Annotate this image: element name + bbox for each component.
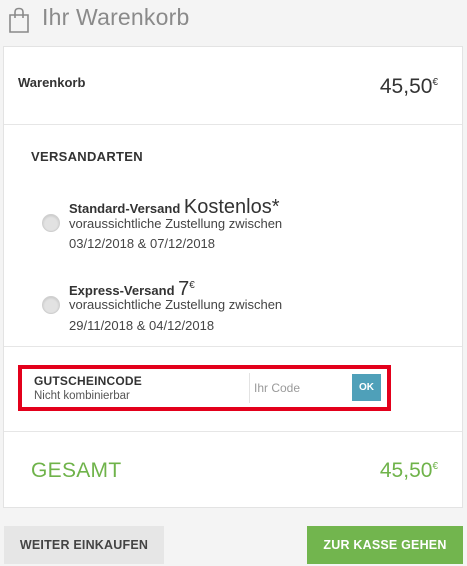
continue-shopping-button[interactable]: WEITER EINKAUFEN: [4, 526, 164, 564]
divider: [4, 346, 462, 347]
cart-price: 45,50€: [379, 75, 438, 98]
divider: [249, 373, 250, 403]
checkout-button[interactable]: ZUR KASSE GEHEN: [307, 526, 463, 564]
cart-summary-row: Warenkorb 45,50€: [4, 47, 462, 125]
coupon-code-input[interactable]: [254, 375, 350, 401]
standard-shipping-info: voraussichtliche Zustellung zwischen: [69, 216, 283, 231]
express-shipping-info: voraussichtliche Zustellung zwischen: [69, 297, 283, 312]
page-header: Ihr Warenkorb: [0, 0, 467, 44]
standard-shipping-price: Kostenlos*: [183, 196, 280, 218]
coupon-subtitle: Nicht kombinierbar: [34, 390, 130, 402]
shipping-section-title: VERSANDARTEN: [31, 149, 143, 164]
coupon-ok-button[interactable]: OK: [352, 374, 381, 401]
cart-panel: Warenkorb 45,50€ VERSANDARTEN Standard-V…: [3, 46, 463, 508]
total-label: GESAMT: [31, 459, 122, 482]
total-price: 45,50€: [379, 459, 438, 482]
shopping-bag-icon: [9, 7, 29, 33]
coupon-section: GUTSCHEINCODE Nicht kombinierbar OK: [18, 365, 391, 411]
radio-express-shipping[interactable]: [42, 296, 60, 314]
divider: [4, 431, 462, 432]
standard-shipping-dates: 03/12/2018 & 07/12/2018: [69, 236, 216, 251]
page-title: Ihr Warenkorb: [42, 4, 190, 30]
coupon-title: GUTSCHEINCODE: [34, 374, 142, 388]
cart-label: Warenkorb: [18, 75, 86, 90]
radio-standard-shipping[interactable]: [42, 214, 60, 232]
express-shipping-dates: 29/11/2018 & 04/12/2018: [69, 318, 215, 333]
